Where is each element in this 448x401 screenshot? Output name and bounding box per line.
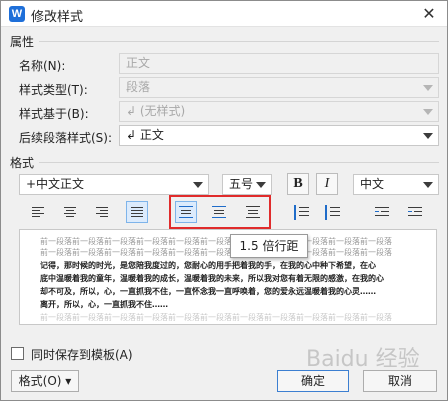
based-on-label: 样式基于(B):: [19, 107, 89, 121]
font-select[interactable]: +中文正文: [19, 174, 209, 195]
chevron-down-icon: [423, 182, 433, 188]
justify-button[interactable]: [126, 201, 148, 223]
name-label: 名称(N):: [19, 59, 66, 73]
based-on-value: ↲ (无样式): [126, 104, 186, 118]
based-on-select: ↲ (无样式): [119, 101, 439, 122]
bold-button[interactable]: B: [287, 173, 309, 195]
next-style-label: 后续段落样式(S):: [19, 131, 113, 145]
preview-sample-line: 记得，那时候的时光，是您陪我度过的，您耐心的用手把着我的手，在我的心中种下希望，…: [40, 261, 376, 270]
dialog-title: 修改样式: [31, 10, 84, 25]
font-value: +中文正文: [26, 177, 85, 191]
decrease-indent-button[interactable]: [371, 201, 393, 223]
align-right-button[interactable]: [91, 201, 113, 223]
chevron-down-icon: [423, 85, 433, 91]
preview-sample-line: 底中温暖着我的童年，温暖着我的成长，温暖着我的未来，所以我对您有着无限的感激，在…: [40, 274, 384, 283]
space-after-button[interactable]: [321, 201, 343, 223]
preview-previous-paragraph: 前一段落前一段落前一段落前一段落前一段落前一段落前一段落前一段落前一段落前一段落…: [40, 313, 392, 322]
line-spacing-highlight-box: [169, 195, 271, 229]
chevron-down-icon: [193, 182, 203, 188]
increase-indent-button[interactable]: [404, 201, 426, 223]
style-type-value: 段落: [126, 80, 151, 94]
font-size-value: 五号: [229, 177, 254, 191]
style-type-label: 样式类型(T):: [19, 83, 88, 97]
next-style-value: ↲ 正文: [126, 128, 164, 142]
name-field: 正文: [119, 53, 439, 74]
script-select[interactable]: 中文: [353, 174, 439, 195]
style-preview-pane: 前一段落前一段落前一段落前一段落前一段落前一段落前一段落前一段落前一段落前一段落…: [19, 229, 437, 325]
baidu-watermark: Baidu 经验: [306, 347, 420, 372]
name-field-value: 正文: [126, 56, 151, 70]
line-spacing-tooltip: 1.5 倍行距: [230, 234, 308, 258]
title-bar: W 修改样式 ✕: [1, 1, 447, 27]
modify-style-dialog: W 修改样式 ✕ 属性 名称(N): 正文 样式类型(T): 段落 样式基于(B…: [0, 0, 448, 401]
chevron-down-icon: [423, 109, 433, 115]
format-divider: [39, 162, 439, 163]
save-to-template-label[interactable]: 同时保存到模板(A): [31, 346, 133, 363]
cancel-button[interactable]: 取消: [363, 370, 437, 392]
next-style-select[interactable]: ↲ 正文: [119, 125, 439, 146]
attributes-section-label: 属性: [10, 35, 35, 49]
preview-sample-line: 离开，所以，心，一直抓我不住……: [40, 300, 168, 309]
font-size-select[interactable]: 五号: [222, 174, 272, 195]
attributes-divider: [39, 41, 439, 42]
align-left-button[interactable]: [27, 201, 49, 223]
preview-sample-line: 却不可及，所以，心，一直抓我不住，一直怀念我一直呼唤着，您的爱永远温暖着我的心灵…: [40, 287, 376, 296]
chevron-down-icon: [423, 133, 433, 139]
chevron-down-icon: [256, 182, 266, 188]
close-icon[interactable]: ✕: [419, 4, 439, 24]
script-value: 中文: [360, 177, 385, 191]
format-menu-button[interactable]: 格式(O) ▾: [11, 370, 79, 392]
align-center-button[interactable]: [59, 201, 81, 223]
style-type-select: 段落: [119, 77, 439, 98]
ok-button[interactable]: 确定: [277, 370, 349, 392]
format-section-label: 格式: [10, 156, 35, 170]
save-to-template-checkbox[interactable]: [11, 347, 24, 360]
space-before-button[interactable]: [290, 201, 312, 223]
wps-writer-icon: W: [9, 6, 25, 22]
italic-button[interactable]: I: [316, 173, 338, 195]
